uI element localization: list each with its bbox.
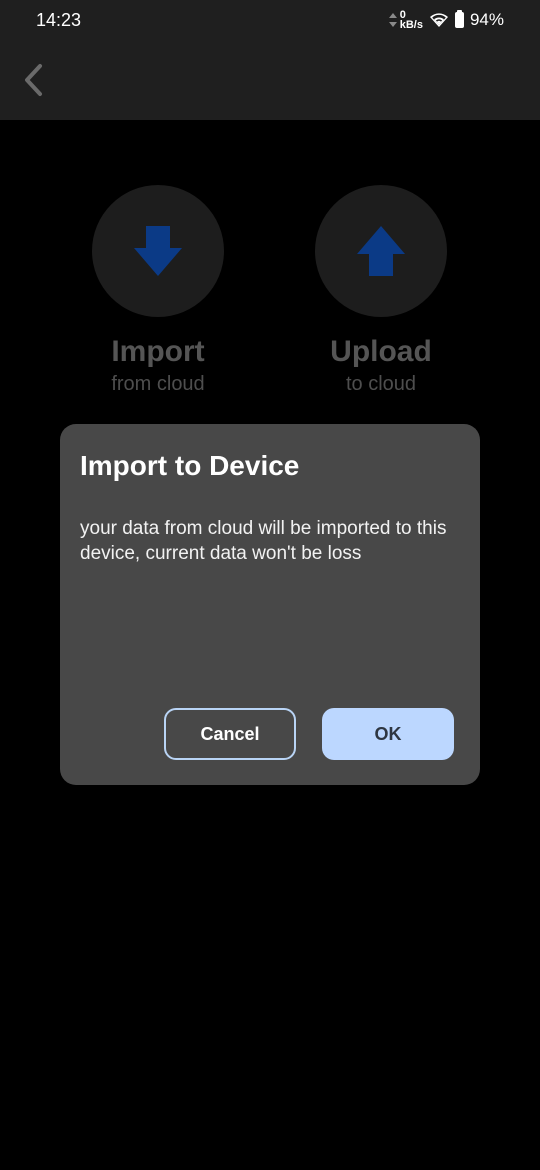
import-dialog: Import to Device your data from cloud wi… [60,424,480,785]
dialog-title: Import to Device [80,450,300,481]
chevron-left-icon [25,64,42,96]
data-transfer-icon [388,13,397,27]
screen: 14:23 0 kB/s 94% Import from cloud Uploa… [0,0,540,1170]
app-bar [0,42,540,120]
battery-percentage: 94% [469,10,504,29]
upload-title: Upload [330,335,432,368]
upload-circle [315,185,447,317]
upload-to-cloud-button[interactable]: Upload to cloud [315,185,447,396]
dialog-message: your data from cloud will be imported to… [80,518,447,564]
import-from-cloud-button[interactable]: Import from cloud [92,185,224,396]
status-bar: 14:23 0 kB/s 94% [0,0,540,42]
status-time: 14:23 [36,10,82,30]
import-subtitle: from cloud [111,373,205,395]
status-icons: 0 kB/s 94% [388,9,504,31]
network-speed-text: 0 kB/s [399,10,423,31]
upload-subtitle: to cloud [345,373,417,395]
network-speed: 0 kB/s [388,10,423,31]
import-circle [92,185,224,317]
arrow-up-icon [357,226,405,276]
back-button[interactable] [18,62,48,98]
wifi-icon [429,13,448,27]
import-title: Import [111,335,205,368]
battery-icon [454,10,464,28]
cancel-button[interactable]: Cancel [164,708,296,760]
arrow-down-icon [134,226,182,276]
ok-button[interactable]: OK [322,708,454,760]
network-speed-unit: kB/s [399,19,423,31]
